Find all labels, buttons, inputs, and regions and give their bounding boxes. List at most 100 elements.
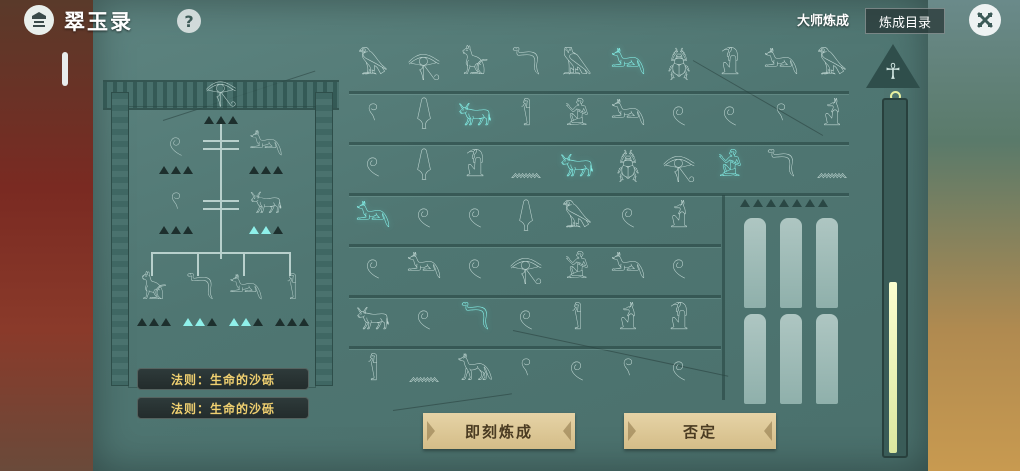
row-divider [349, 142, 849, 145]
glyph-cell[interactable]: 𓀀 [556, 97, 598, 137]
glyph-cell[interactable]: 𓃢 [607, 46, 649, 86]
recipe-glyph-bottom2: 𓆓 [186, 276, 214, 306]
glyph-cell[interactable]: 𓀾 [505, 97, 547, 137]
tab-synthesis-catalog[interactable]: 炼成目录 [865, 8, 945, 34]
glyph-cell[interactable]: 𓍢 [760, 97, 802, 137]
statue [816, 218, 838, 308]
glyph-cell[interactable]: 𓍢 [352, 97, 394, 137]
recipe-glyph-right2: 𓃒 [249, 190, 283, 220]
glyph-cell[interactable]: 𓏲 [556, 352, 598, 392]
tab-master-synthesis[interactable]: 大师炼成 [797, 10, 849, 29]
glyph-cell[interactable]: 𓈖 [505, 148, 547, 188]
glyph-cell[interactable]: 𓏲 [607, 199, 649, 239]
glyph-cell[interactable]: 𓏲 [658, 97, 700, 137]
glyph-cell[interactable]: 𓏲 [352, 250, 394, 290]
glyph-cell[interactable]: 𓁟 [658, 301, 700, 341]
statue [780, 218, 802, 308]
glyph-cell[interactable]: 𓆭 [403, 97, 445, 137]
row-divider [349, 346, 721, 349]
side-handle[interactable] [62, 52, 68, 86]
glyph-cell[interactable]: 𓅃 [352, 46, 394, 86]
statue [744, 314, 766, 404]
statue [744, 218, 766, 308]
close-button[interactable] [969, 4, 1001, 36]
recipe-glyph-left2: 𓍢 [170, 190, 182, 220]
glyph-cell[interactable]: 𓅓 [556, 46, 598, 86]
synthesize-now-button[interactable]: 即刻炼成 [423, 413, 575, 449]
close-icon [977, 12, 993, 28]
glyph-cell[interactable]: 𓏲 [403, 199, 445, 239]
glyph-cell[interactable]: 𓈖 [811, 148, 853, 188]
glyph-cell[interactable]: 𓂀 [658, 148, 700, 188]
glyph-cell[interactable]: 𓍢 [607, 352, 649, 392]
recipe-glyph-bottom1: 𓃠 [140, 276, 168, 306]
background-right [920, 0, 1020, 471]
recipe-glyph-left1: 𓏲 [169, 132, 183, 162]
glyph-cell[interactable]: 𓀀 [709, 148, 751, 188]
glyph-cell[interactable]: 𓏲 [505, 301, 547, 341]
law-label-2: 法则：生命的沙砾 [137, 397, 309, 419]
gauge-fill [889, 282, 897, 453]
page-title: 翠玉录 [64, 10, 133, 34]
glyph-cell[interactable]: 𓆓 [760, 148, 802, 188]
glyph-cell[interactable]: 𓅃 [556, 199, 598, 239]
glyph-cell[interactable]: 𓆭 [403, 148, 445, 188]
glyph-cell[interactable]: 𓃠 [454, 46, 496, 86]
glyph-cell[interactable]: 𓃢 [607, 250, 649, 290]
recipe-glyph-bottom4: 𓀾 [286, 276, 298, 306]
logo-icon [24, 5, 54, 35]
recipe-glyph-right1: 𓃢 [249, 132, 283, 162]
glyph-cell[interactable]: 𓆓 [454, 301, 496, 341]
glyph-cell[interactable]: 𓍢 [505, 352, 547, 392]
recipe-panel: 𓂀 𓏲 𓃢 𓍢 𓃒 𓃠 𓆓 𓃢 𓀾 [103, 40, 339, 388]
glyph-cell[interactable]: 𓆣 [607, 148, 649, 188]
glyph-cell[interactable]: 𓃢 [352, 199, 394, 239]
glyph-cell[interactable]: 𓏲 [658, 352, 700, 392]
deny-button[interactable]: 否定 [624, 413, 776, 449]
glyph-cell[interactable]: 𓃢 [760, 46, 802, 86]
recipe-glyph-bottom3: 𓃢 [229, 276, 263, 306]
glyph-cell[interactable]: 𓂀 [403, 46, 445, 86]
glyph-cell[interactable]: 𓁟 [454, 148, 496, 188]
glyph-cell[interactable]: 𓏲 [403, 301, 445, 341]
background-left [0, 0, 100, 471]
glyph-cell[interactable]: 𓆭 [505, 199, 547, 239]
glyph-cell[interactable]: 𓅃 [811, 46, 853, 86]
glyph-cell[interactable]: 𓃥 [454, 352, 496, 392]
right-column [315, 92, 333, 386]
row-divider [349, 244, 721, 247]
glyph-cell[interactable]: 𓏲 [352, 148, 394, 188]
glyph-cell[interactable]: 𓂀 [505, 250, 547, 290]
help-button[interactable]: ? [177, 9, 201, 33]
glyph-cell[interactable]: 𓃢 [607, 97, 649, 137]
glyph-cell[interactable]: 𓀾 [352, 352, 394, 392]
ankh-icon: ☥ [884, 60, 902, 85]
glyph-cell[interactable]: 𓏲 [454, 250, 496, 290]
glyph-cell[interactable]: 𓃒 [352, 301, 394, 341]
top-bar: 翠玉录 ? 大师炼成 炼成目录 [0, 0, 1020, 40]
glyph-cell[interactable]: 𓏲 [454, 199, 496, 239]
glyph-cell[interactable]: 𓆓 [505, 46, 547, 86]
glyph-cell[interactable]: 𓁟 [709, 46, 751, 86]
row-divider [349, 91, 849, 94]
left-column [111, 92, 129, 386]
glyph-cell[interactable]: 𓁢 [811, 97, 853, 137]
statue [816, 314, 838, 404]
row-divider [349, 295, 721, 298]
glyph-cell[interactable]: 𓁢 [607, 301, 649, 341]
glyph-cell[interactable]: 𓀾 [556, 301, 598, 341]
glyph-cell[interactable]: 𓈖 [403, 352, 445, 392]
statue-panel [732, 196, 850, 404]
glyph-cell[interactable]: 𓀀 [556, 250, 598, 290]
statue [780, 314, 802, 404]
glyph-cell[interactable]: 𓆣 [658, 46, 700, 86]
recipe-glyph-top: 𓂀 [204, 78, 238, 108]
glyph-cell[interactable]: 𓁢 [658, 199, 700, 239]
glyph-cell[interactable]: 𓃒 [454, 97, 496, 137]
glyph-cell[interactable]: 𓏲 [709, 97, 751, 137]
glyph-cell[interactable]: 𓃢 [403, 250, 445, 290]
law-label-1: 法则：生命的沙砾 [137, 368, 309, 390]
glyph-cell[interactable]: 𓏲 [658, 250, 700, 290]
glyph-cell[interactable]: 𓃒 [556, 148, 598, 188]
grid-divider [722, 195, 725, 400]
